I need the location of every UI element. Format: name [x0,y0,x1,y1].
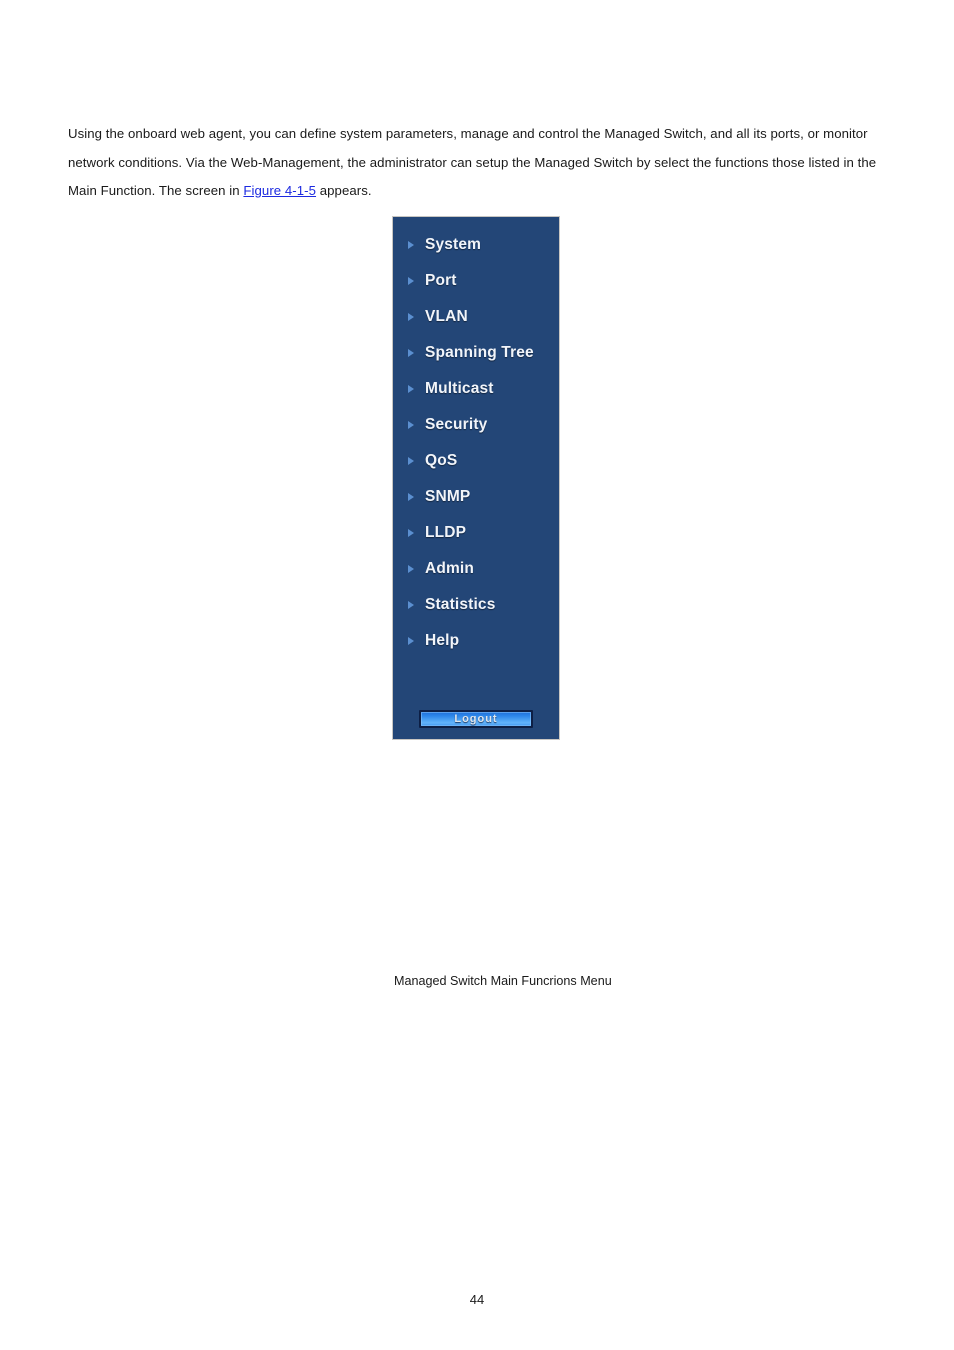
menu-item-label: Admin [425,560,474,577]
menu-item-multicast[interactable]: Multicast [393,371,559,407]
menu-item-statistics[interactable]: Statistics [393,587,559,623]
logout-button-label: Logout [454,712,498,725]
menu-item-label: SNMP [425,488,471,505]
menu-item-label: Port [425,272,457,289]
paragraph-text-before-link: Using the onboard web agent, you can def… [68,126,877,198]
chevron-right-icon [406,347,416,359]
menu-item-label: Security [425,416,488,433]
chevron-right-icon [406,383,416,395]
chevron-right-icon [406,563,416,575]
paragraph-text-after-link: appears. [316,183,372,198]
page-number: 44 [469,1292,485,1307]
chevron-right-icon [406,239,416,251]
main-menu-list: System Port VLAN Spanning Tree Multicast… [393,217,559,659]
chevron-right-icon [406,419,416,431]
logout-button[interactable]: Logout [419,710,533,728]
figure-4-1-5: System Port VLAN Spanning Tree Multicast… [0,216,954,988]
chevron-right-icon [406,527,416,539]
menu-item-label: Multicast [425,380,494,397]
menu-item-admin[interactable]: Admin [393,551,559,587]
chevron-right-icon [406,491,416,503]
chevron-right-icon [406,599,416,611]
menu-item-system[interactable]: System [393,227,559,263]
menu-item-port[interactable]: Port [393,263,559,299]
menu-item-snmp[interactable]: SNMP [393,479,559,515]
chevron-right-icon [406,635,416,647]
menu-item-security[interactable]: Security [393,407,559,443]
chevron-right-icon [406,275,416,287]
body-text-block: Using the onboard web agent, you can def… [68,120,886,206]
chevron-right-icon [406,311,416,323]
menu-item-help[interactable]: Help [393,623,559,659]
figure-caption: Managed Switch Main Funcrions Menu [394,974,612,988]
menu-item-label: Statistics [425,596,496,613]
intro-paragraph: Using the onboard web agent, you can def… [68,120,886,206]
chevron-right-icon [406,455,416,467]
menu-item-label: VLAN [425,308,468,325]
logout-button-container: Logout [393,710,559,728]
menu-item-spanning-tree[interactable]: Spanning Tree [393,335,559,371]
main-functions-menu-panel: System Port VLAN Spanning Tree Multicast… [392,216,560,740]
menu-item-vlan[interactable]: VLAN [393,299,559,335]
menu-item-lldp[interactable]: LLDP [393,515,559,551]
menu-item-label: LLDP [425,524,467,541]
figure-cross-reference-link[interactable]: Figure 4-1-5 [243,183,316,198]
menu-item-label: Help [425,632,460,649]
menu-item-label: QoS [425,452,458,469]
menu-item-qos[interactable]: QoS [393,443,559,479]
menu-item-label: System [425,236,482,253]
menu-item-label: Spanning Tree [425,344,534,361]
